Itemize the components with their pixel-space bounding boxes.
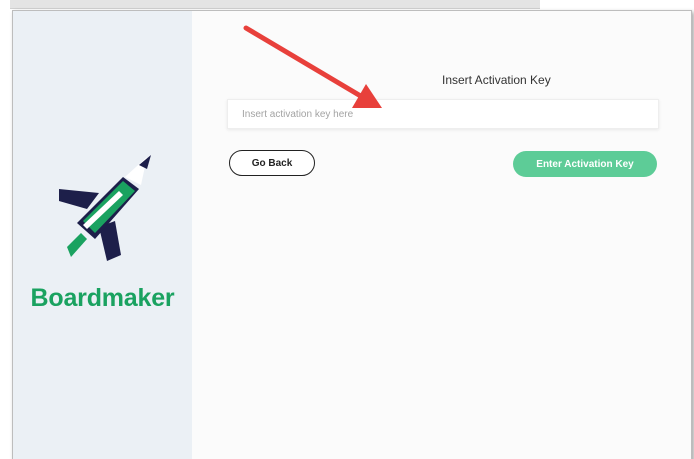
enter-activation-key-button[interactable]: Enter Activation Key xyxy=(513,151,657,177)
rocket-pencil-icon xyxy=(59,155,151,261)
sidebar: Boardmaker xyxy=(13,11,192,459)
activation-panel: Insert Activation Key Go Back Enter Acti… xyxy=(192,11,691,459)
go-back-button[interactable]: Go Back xyxy=(229,150,315,176)
app-window: Boardmaker Insert Activation Key Go Back… xyxy=(12,10,692,459)
activation-heading: Insert Activation Key xyxy=(442,73,551,87)
screenshot-stage: Boardmaker Insert Activation Key Go Back… xyxy=(0,0,694,459)
brand-name: Boardmaker xyxy=(30,284,175,312)
activation-key-input[interactable] xyxy=(227,99,659,129)
background-window-edge xyxy=(10,0,540,9)
